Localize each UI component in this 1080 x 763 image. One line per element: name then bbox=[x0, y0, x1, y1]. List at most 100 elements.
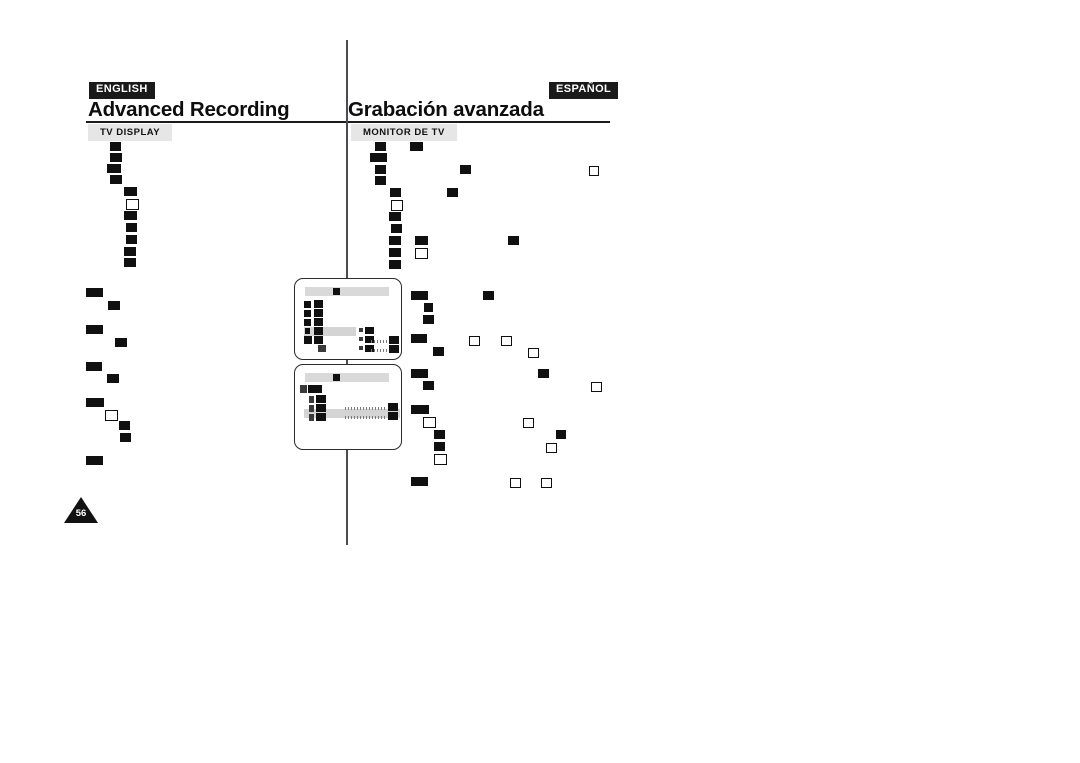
redacted-text-block bbox=[110, 175, 122, 184]
redacted-text-block bbox=[591, 382, 602, 392]
manual-page: ENGLISH Advanced Recording TV DISPLAY ES… bbox=[0, 0, 1080, 763]
redacted-text-block bbox=[126, 199, 139, 210]
menu-leader-dots bbox=[345, 407, 387, 410]
menu-value-badge bbox=[388, 412, 398, 420]
redacted-text-block bbox=[411, 405, 429, 414]
redacted-text-block bbox=[424, 303, 433, 312]
redacted-text-block bbox=[110, 153, 122, 162]
redacted-text-block bbox=[389, 236, 401, 245]
redacted-text-block bbox=[469, 336, 480, 346]
menu-item-glyph bbox=[365, 327, 374, 334]
menu-item-glyph bbox=[304, 301, 311, 308]
menu-screen-upper bbox=[294, 278, 402, 360]
redacted-text-block bbox=[546, 443, 557, 453]
redacted-text-block bbox=[415, 236, 428, 245]
menu-item-glyph bbox=[300, 385, 307, 393]
redacted-text-block bbox=[411, 334, 427, 343]
redacted-text-block bbox=[389, 248, 401, 257]
redacted-text-block bbox=[107, 374, 119, 383]
redacted-text-block bbox=[538, 369, 549, 378]
menu-item-glyph bbox=[309, 396, 314, 403]
redacted-text-block bbox=[115, 338, 127, 347]
menu-leader-dots bbox=[345, 416, 387, 419]
redacted-text-block bbox=[483, 291, 494, 300]
redacted-text-block bbox=[375, 142, 386, 151]
redacted-text-block bbox=[86, 362, 102, 371]
redacted-text-block bbox=[523, 418, 534, 428]
menu-item-glyph bbox=[304, 336, 312, 344]
redacted-text-block bbox=[415, 248, 428, 259]
redacted-text-block bbox=[108, 301, 120, 310]
redacted-text-block bbox=[370, 153, 387, 162]
page-number: 56 bbox=[64, 497, 98, 523]
redacted-text-block bbox=[107, 164, 121, 173]
redacted-text-block bbox=[556, 430, 566, 439]
menu-item-glyph bbox=[359, 346, 363, 350]
redacted-text-block bbox=[411, 477, 428, 486]
menu-item-glyph bbox=[314, 309, 323, 317]
menu-item-glyph bbox=[314, 300, 323, 308]
redacted-text-block bbox=[124, 247, 136, 256]
menu-item-glyph bbox=[308, 385, 322, 393]
redacted-text-block bbox=[423, 315, 434, 324]
menu-item-glyph bbox=[309, 414, 314, 421]
redacted-text-block bbox=[501, 336, 512, 346]
page-title-english: Advanced Recording bbox=[88, 98, 290, 121]
menu-value-badge bbox=[388, 403, 398, 411]
redacted-text-block bbox=[447, 188, 458, 197]
menu-value-badge bbox=[389, 336, 399, 344]
redacted-text-block bbox=[541, 478, 552, 488]
menu-screen-lower bbox=[294, 364, 402, 450]
redacted-text-block bbox=[110, 142, 121, 151]
title-rule-english bbox=[86, 121, 346, 123]
redacted-text-block bbox=[105, 410, 118, 421]
redacted-text-block bbox=[86, 456, 103, 465]
redacted-text-block bbox=[423, 417, 436, 428]
menu-title-icon bbox=[333, 288, 340, 295]
redacted-text-block bbox=[86, 325, 103, 334]
redacted-text-block bbox=[124, 211, 137, 220]
menu-item-glyph bbox=[314, 327, 323, 335]
redacted-text-block bbox=[433, 347, 444, 356]
redacted-text-block bbox=[528, 348, 539, 358]
redacted-text-block bbox=[119, 421, 130, 430]
menu-item-glyph bbox=[318, 345, 326, 352]
redacted-text-block bbox=[411, 291, 428, 300]
menu-item-glyph bbox=[304, 319, 311, 326]
menu-selected-row bbox=[304, 327, 356, 336]
menu-item-glyph bbox=[316, 395, 326, 403]
redacted-text-block bbox=[126, 235, 137, 244]
redacted-text-block bbox=[126, 223, 137, 232]
redacted-text-block bbox=[411, 369, 428, 378]
redacted-text-block bbox=[389, 212, 401, 221]
menu-item-glyph bbox=[305, 328, 310, 334]
menu-item-glyph bbox=[316, 404, 326, 412]
menu-item-glyph bbox=[316, 413, 326, 421]
menu-titlebar bbox=[305, 287, 389, 296]
redacted-text-block bbox=[434, 442, 445, 451]
redacted-text-block bbox=[375, 165, 386, 174]
page-number-value: 56 bbox=[75, 508, 87, 519]
redacted-text-block bbox=[124, 258, 136, 267]
menu-item-glyph bbox=[359, 337, 363, 341]
redacted-text-block bbox=[410, 142, 423, 151]
menu-title-icon bbox=[333, 374, 340, 381]
redacted-text-block bbox=[389, 260, 401, 269]
language-badge-spanish: ESPAÑOL bbox=[549, 82, 619, 99]
redacted-text-block bbox=[391, 200, 403, 211]
redacted-text-block bbox=[375, 176, 386, 185]
menu-item-glyph bbox=[359, 328, 363, 332]
redacted-text-block bbox=[86, 398, 104, 407]
redacted-text-block bbox=[86, 288, 103, 297]
menu-item-glyph bbox=[304, 310, 311, 317]
page-title-spanish: Grabación avanzada bbox=[348, 98, 544, 121]
redacted-text-block bbox=[460, 165, 471, 174]
redacted-text-block bbox=[589, 166, 599, 176]
redacted-text-block bbox=[510, 478, 521, 488]
redacted-text-block bbox=[423, 381, 434, 390]
menu-item-glyph bbox=[314, 318, 323, 326]
language-badge-english: ENGLISH bbox=[89, 82, 155, 99]
redacted-text-block bbox=[391, 224, 402, 233]
redacted-text-block bbox=[508, 236, 519, 245]
menu-item-glyph bbox=[309, 405, 314, 412]
